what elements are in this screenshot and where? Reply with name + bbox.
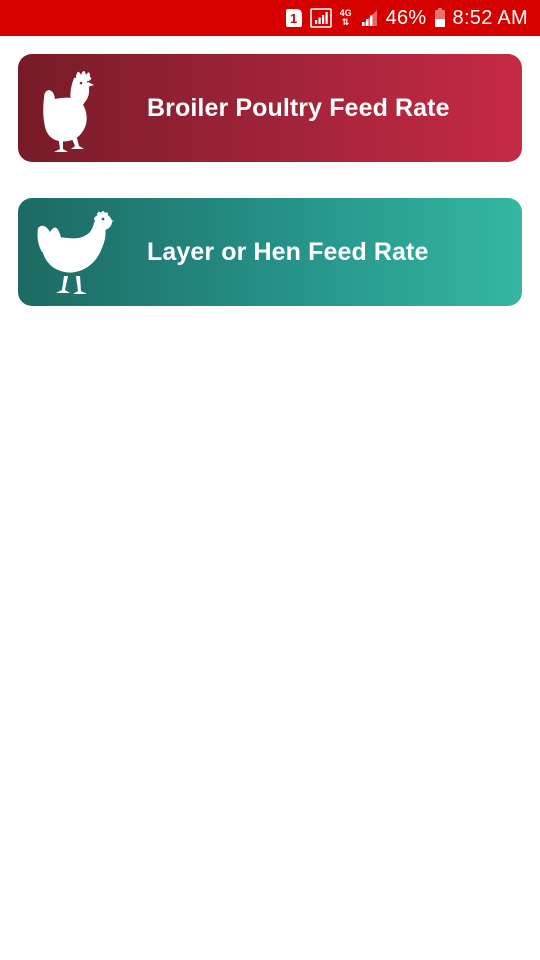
- sim-card-icon: 1: [285, 9, 302, 27]
- cellular-signal-icon: [360, 9, 378, 27]
- network-type-indicator: 4G ⇅: [340, 9, 352, 27]
- layer-hen-feed-rate-button[interactable]: Layer or Hen Feed Rate: [18, 198, 522, 306]
- hen-icon: [37, 211, 114, 294]
- status-bar: 1 4G ⇅ 46% 8:52 AM: [0, 0, 540, 36]
- battery-icon: [434, 7, 445, 27]
- wifi-calling-signal-icon: [309, 8, 332, 28]
- layer-hen-feed-rate-label: Layer or Hen Feed Rate: [147, 237, 429, 266]
- rooster-icon: [43, 71, 94, 152]
- clock: 8:52 AM: [452, 6, 528, 29]
- data-arrows-icon: ⇅: [341, 17, 350, 27]
- broiler-feed-rate-label: Broiler Poultry Feed Rate: [147, 93, 450, 122]
- broiler-feed-rate-button[interactable]: Broiler Poultry Feed Rate: [18, 54, 522, 162]
- battery-percent: 46%: [385, 6, 427, 29]
